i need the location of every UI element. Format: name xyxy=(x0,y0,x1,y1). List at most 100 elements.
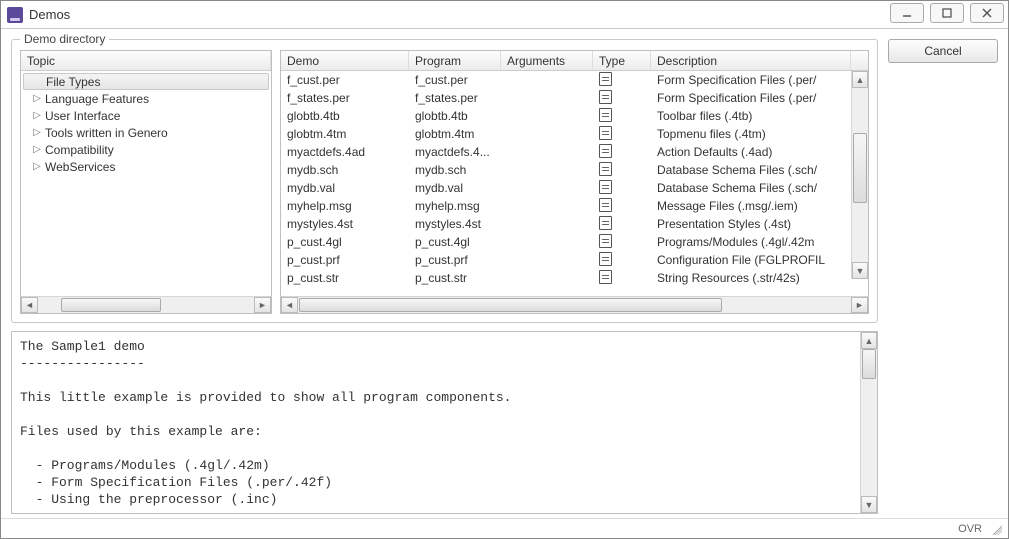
cell-program: myhelp.msg xyxy=(409,199,501,213)
hscroll-thumb[interactable] xyxy=(299,298,722,312)
cell-program: mystyles.4st xyxy=(409,217,501,231)
cell-description: Database Schema Files (.sch/ xyxy=(651,163,851,177)
scroll-up-icon[interactable]: ▲ xyxy=(852,71,868,88)
cell-demo: globtb.4tb xyxy=(281,109,409,123)
maximize-button[interactable] xyxy=(930,3,964,23)
cell-program: myactdefs.4... xyxy=(409,145,501,159)
table-row[interactable]: myactdefs.4admyactdefs.4...Action Defaul… xyxy=(281,143,851,161)
table-row[interactable]: globtm.4tmglobtm.4tmTopmenu files (.4tm) xyxy=(281,125,851,143)
tree-hscroll[interactable]: ◄ ► xyxy=(21,296,271,313)
maximize-icon xyxy=(940,6,954,20)
cell-description: Database Schema Files (.sch/ xyxy=(651,181,851,195)
cell-demo: mydb.sch xyxy=(281,163,409,177)
table-row[interactable]: p_cust.strp_cust.strString Resources (.s… xyxy=(281,269,851,287)
tree-item-compatibility[interactable]: ▷ Compatibility xyxy=(21,141,271,158)
cell-demo: myhelp.msg xyxy=(281,199,409,213)
cell-type xyxy=(593,144,651,161)
tree-item-label: File Types xyxy=(44,75,100,89)
scroll-right-icon[interactable]: ► xyxy=(254,297,271,313)
tree-item-label: Tools written in Genero xyxy=(43,126,168,140)
cell-program: p_cust.4gl xyxy=(409,235,501,249)
close-button[interactable] xyxy=(970,3,1004,23)
grid-vscroll[interactable]: ▲ ▼ xyxy=(851,71,868,279)
tree-item-webservices[interactable]: ▷ WebServices xyxy=(21,158,271,175)
file-icon xyxy=(599,90,612,104)
tree-header-topic[interactable]: Topic xyxy=(21,51,271,70)
file-icon xyxy=(599,108,612,122)
expander-icon[interactable]: ▷ xyxy=(31,127,43,138)
minimize-button[interactable] xyxy=(890,3,924,23)
cell-program: p_cust.prf xyxy=(409,253,501,267)
grid-header-arguments[interactable]: Arguments xyxy=(501,51,593,70)
titlebar[interactable]: Demos xyxy=(1,1,1008,29)
vscroll-thumb[interactable] xyxy=(862,349,876,379)
cell-type xyxy=(593,234,651,251)
cancel-button[interactable]: Cancel xyxy=(888,39,998,63)
tree-body: File Types ▷ Language Features ▷ User In… xyxy=(21,71,271,296)
main-column: Demo directory Topic File Types ▷ Langua xyxy=(11,39,878,514)
cell-program: f_states.per xyxy=(409,91,501,105)
table-row[interactable]: myhelp.msgmyhelp.msgMessage Files (.msg/… xyxy=(281,197,851,215)
info-panel: The Sample1 demo ---------------- This l… xyxy=(11,331,878,514)
tree-item-user-interface[interactable]: ▷ User Interface xyxy=(21,107,271,124)
vscroll-thumb[interactable] xyxy=(853,133,867,203)
file-grid[interactable]: Demo Program Arguments Type Description … xyxy=(280,50,869,314)
status-ovr: OVR xyxy=(958,523,982,535)
tree-item-tools-written-in-genero[interactable]: ▷ Tools written in Genero xyxy=(21,124,271,141)
cell-demo: f_cust.per xyxy=(281,73,409,87)
expander-icon[interactable]: ▷ xyxy=(31,161,43,172)
table-row[interactable]: f_cust.perf_cust.per Form Specification F… xyxy=(281,71,851,89)
grid-header-description[interactable]: Description xyxy=(651,51,851,70)
table-row[interactable]: mydb.valmydb.valDatabase Schema Files (.… xyxy=(281,179,851,197)
tree-item-file-types[interactable]: File Types xyxy=(23,73,269,90)
cell-demo: globtm.4tm xyxy=(281,127,409,141)
table-row[interactable]: p_cust.4glp_cust.4glPrograms/Modules (.4… xyxy=(281,233,851,251)
table-row[interactable]: f_states.perf_states.perForm Specificati… xyxy=(281,89,851,107)
resize-grip-icon[interactable] xyxy=(990,523,1002,535)
right-column: Cancel xyxy=(888,39,998,514)
expander-icon[interactable]: ▷ xyxy=(31,110,43,121)
table-row[interactable]: mydb.schmydb.sch Database Schema Files (.… xyxy=(281,161,851,179)
scroll-up-icon[interactable]: ▲ xyxy=(861,332,877,349)
info-vscroll[interactable]: ▲ ▼ xyxy=(860,332,877,513)
statusbar: OVR xyxy=(1,518,1008,538)
file-icon xyxy=(599,270,612,284)
cell-description: Form Specification Files (.per/ xyxy=(651,73,851,87)
cell-demo: mydb.val xyxy=(281,181,409,195)
expander-icon[interactable]: ▷ xyxy=(31,93,43,104)
cell-demo: mystyles.4st xyxy=(281,217,409,231)
grid-header-program[interactable]: Program xyxy=(409,51,501,70)
groupbox-title: Demo directory xyxy=(20,32,109,46)
grid-header-row: Demo Program Arguments Type Description xyxy=(281,51,868,71)
tree-item-language-features[interactable]: ▷ Language Features xyxy=(21,90,271,107)
grid-hscroll[interactable]: ◄ ► xyxy=(281,296,868,313)
scroll-down-icon[interactable]: ▼ xyxy=(861,496,877,513)
window-controls xyxy=(890,3,1004,23)
cell-description: Action Defaults (.4ad) xyxy=(651,145,851,159)
tree-item-label: Compatibility xyxy=(43,143,114,157)
cell-program: f_cust.per xyxy=(409,73,501,87)
grid-header-demo[interactable]: Demo xyxy=(281,51,409,70)
file-icon xyxy=(599,144,612,158)
file-icon xyxy=(599,162,612,176)
cell-type xyxy=(593,162,651,179)
grid-body: f_cust.perf_cust.per Form Specification F… xyxy=(281,71,868,296)
cell-type xyxy=(593,126,651,143)
table-row[interactable]: mystyles.4stmystyles.4stPresentation Sty… xyxy=(281,215,851,233)
cell-type xyxy=(593,180,651,197)
cell-type xyxy=(593,252,651,269)
table-row[interactable]: p_cust.prfp_cust.prfConfiguration File (… xyxy=(281,251,851,269)
hscroll-thumb[interactable] xyxy=(61,298,161,312)
scroll-right-icon[interactable]: ► xyxy=(851,297,868,313)
scroll-down-icon[interactable]: ▼ xyxy=(852,262,868,279)
window-title: Demos xyxy=(29,7,70,22)
scroll-left-icon[interactable]: ◄ xyxy=(21,297,38,313)
info-text[interactable]: The Sample1 demo ---------------- This l… xyxy=(12,332,877,513)
expander-icon[interactable]: ▷ xyxy=(31,144,43,155)
scroll-left-icon[interactable]: ◄ xyxy=(281,297,298,313)
grid-header-type[interactable]: Type xyxy=(593,51,651,70)
table-row[interactable]: globtb.4tbglobtb.4tbToolbar files (.4tb) xyxy=(281,107,851,125)
cell-program: mydb.sch xyxy=(409,163,501,177)
cell-description: Programs/Modules (.4gl/.42m xyxy=(651,235,851,249)
topic-tree[interactable]: Topic File Types ▷ Language Features ▷ xyxy=(20,50,272,314)
